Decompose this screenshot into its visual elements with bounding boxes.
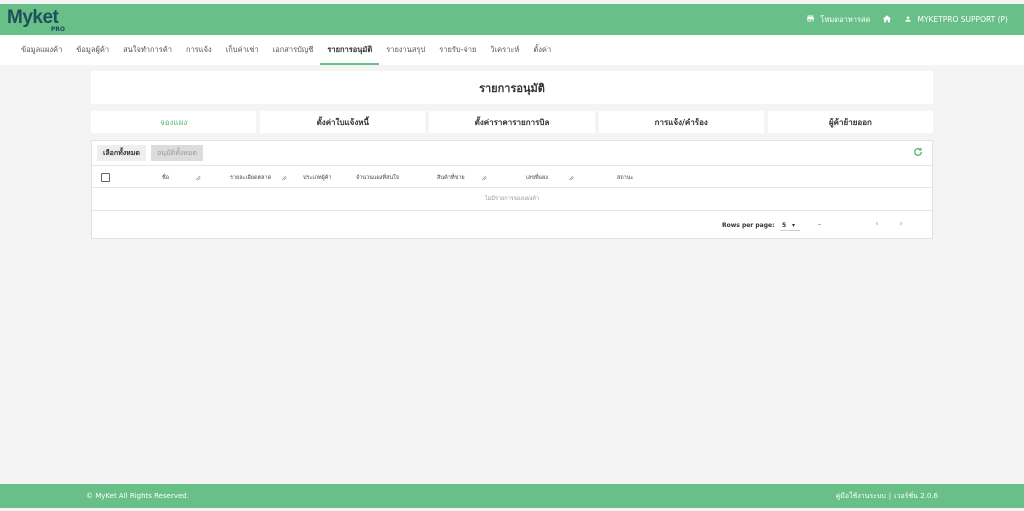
home-icon — [882, 14, 892, 26]
top-header: Myket PRO โหมดอาหารสด MYKETPRO SUPPORT (… — [0, 4, 1024, 35]
col-products: สินค้าที่ขาย — [437, 175, 465, 181]
nav-income-expense[interactable]: รายรับ-จ่าย — [432, 35, 483, 65]
nav-analytics[interactable]: วิเคราะห์ — [483, 35, 526, 65]
user-menu[interactable]: MYKETPRO SUPPORT (P) — [904, 15, 1008, 25]
nav-summary-report[interactable]: รายงานสรุป — [379, 35, 432, 65]
sort-icon[interactable] — [195, 174, 201, 181]
rows-per-page-select[interactable]: 5 ▾ — [780, 219, 800, 231]
nav-accounting-docs[interactable]: เอกสารบัญชี — [266, 35, 321, 65]
nav-approvals[interactable]: รายการอนุมัติ — [320, 35, 380, 65]
tab-vendor-moveout[interactable]: ผู้ค้าย้ายออก — [767, 111, 934, 133]
tab-invoice-settings[interactable]: ตั้งค่าใบแจ้งหนี้ — [260, 111, 426, 133]
col-vendor-type: ประเภทผู้ค้า — [303, 175, 332, 181]
sort-icon[interactable] — [481, 174, 487, 181]
nav-stall-info[interactable]: ข้อมูลแผงค้า — [14, 35, 69, 65]
main-nav: ข้อมูลแผงค้า ข้อมูลผู้ค้า สนใจทำการค้า ก… — [0, 35, 1024, 65]
nav-rent-collection[interactable]: เก็บค่าเช่า — [219, 35, 266, 65]
empty-state: ไม่มีรายการจองแผงค้า — [92, 188, 932, 211]
refresh-icon — [914, 148, 922, 156]
sort-icon[interactable] — [281, 174, 287, 181]
next-page-button[interactable]: › — [896, 219, 906, 229]
footer-separator: | — [888, 492, 892, 500]
pagination: Rows per page: 5 ▾ – ‹ › — [672, 213, 932, 237]
nav-notifications[interactable]: การแจ้ง — [179, 35, 219, 65]
rows-per-page-label: Rows per page: — [722, 222, 775, 229]
logo-sub: PRO — [50, 25, 65, 33]
rows-per-page-value: 5 — [782, 222, 787, 229]
page-title: รายการอนุมัติ — [479, 81, 545, 95]
home-button[interactable] — [882, 14, 892, 26]
footer-right: คู่มือใช้งานระบบ | เวอร์ชั่น 2.0.6 — [836, 491, 938, 502]
nav-vendor-info[interactable]: ข้อมูลผู้ค้า — [69, 35, 116, 65]
col-status: สถานะ — [617, 175, 634, 181]
version-label: เวอร์ชั่น 2.0.6 — [894, 491, 938, 500]
restaurant-mode-link[interactable]: โหมดอาหารสด — [806, 14, 870, 26]
tab-stall-booking[interactable]: จองแผง — [91, 111, 257, 133]
nav-settings[interactable]: ตั้งค่า — [526, 35, 558, 65]
user-name: MYKETPRO SUPPORT (P) — [917, 15, 1008, 24]
header-actions: โหมดอาหารสด MYKETPRO SUPPORT (P) — [806, 14, 1008, 26]
tab-bill-price-settings[interactable]: ตั้งค่าราคารายการบิล — [429, 111, 595, 133]
restaurant-mode-label: โหมดอาหารสด — [820, 14, 871, 24]
booking-table: เลือกทั้งหมด อนุมัติทั้งหมด ชื่อ รายละเอ… — [91, 140, 933, 239]
col-name: ชื่อ — [162, 175, 170, 181]
tab-requests[interactable]: การแจ้ง/คำร้อง — [598, 111, 764, 133]
page-title-card: รายการอนุมัติ — [91, 71, 933, 104]
refresh-button[interactable] — [913, 147, 923, 157]
nav-interested[interactable]: สนใจทำการค้า — [116, 35, 179, 65]
empty-text: ไม่มีรายการจองแผงค้า — [484, 196, 540, 202]
col-market-details: รายละเอียดตลาด — [230, 175, 272, 181]
myket-logo[interactable]: Myket PRO — [7, 6, 65, 34]
caret-down-icon: ▾ — [792, 222, 796, 229]
col-stall-number: เลขที่แผง — [526, 175, 549, 181]
select-all-button[interactable]: เลือกทั้งหมด — [97, 145, 146, 161]
copyright: © MyKet All Rights Reserved. — [86, 492, 189, 500]
approval-tabs: จองแผง ตั้งค่าใบแจ้งหนี้ ตั้งค่าราคารายก… — [91, 111, 934, 133]
store-icon — [806, 14, 815, 25]
approve-all-button[interactable]: อนุมัติทั้งหมด — [150, 145, 203, 161]
user-manual-link[interactable]: คู่มือใช้งานระบบ — [836, 491, 886, 502]
select-all-checkbox[interactable] — [101, 173, 110, 182]
prev-page-button[interactable]: ‹ — [872, 219, 882, 229]
footer: © MyKet All Rights Reserved. คู่มือใช้งา… — [0, 484, 1024, 508]
table-toolbar: เลือกทั้งหมด อนุมัติทั้งหมด — [97, 145, 203, 161]
person-icon — [904, 15, 912, 25]
col-stall-count: จำนวนแผงที่สนใจ — [356, 175, 400, 181]
table-header: ชื่อ รายละเอียดตลาด ประเภทผู้ค้า จำนวนแผ… — [92, 165, 932, 188]
page-range: – — [818, 221, 821, 228]
sort-icon[interactable] — [568, 174, 574, 181]
